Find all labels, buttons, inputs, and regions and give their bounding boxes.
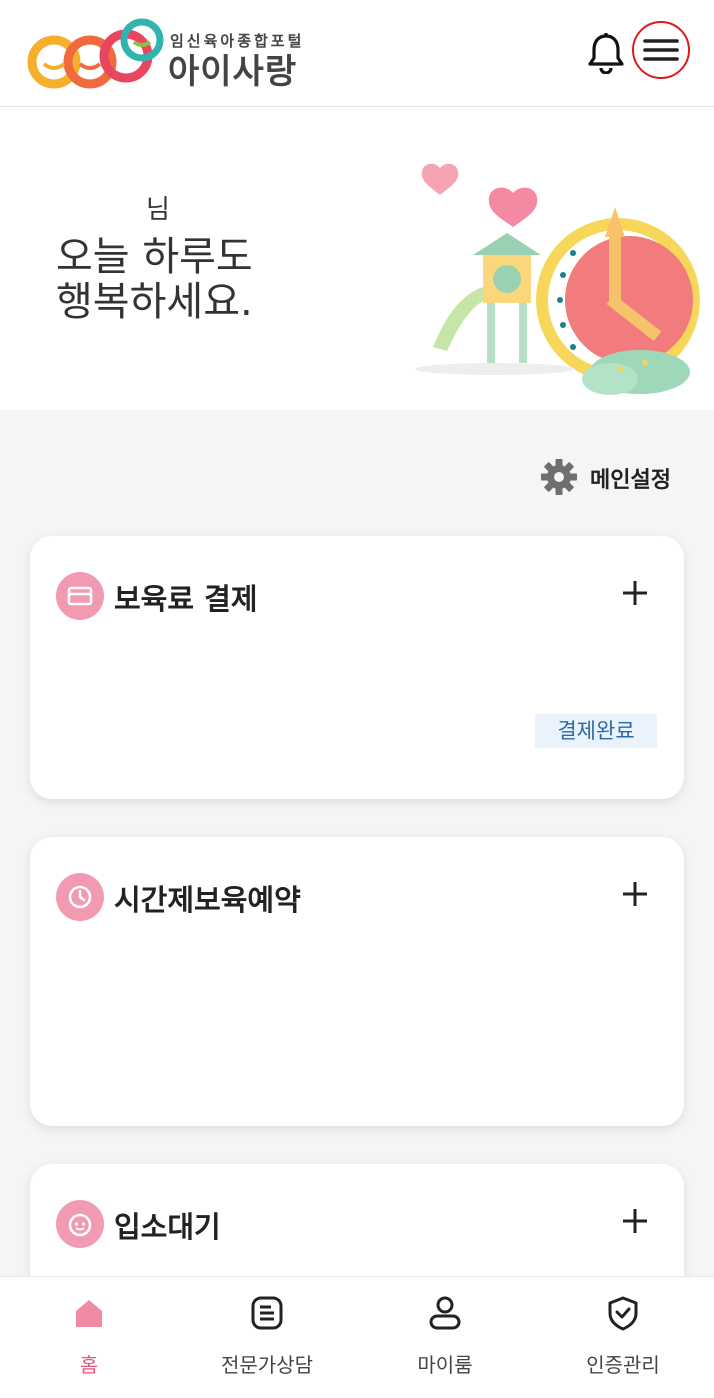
plus-icon[interactable]	[620, 1206, 650, 1236]
nav-item-home[interactable]: 홈	[0, 1277, 178, 1398]
status-badge: 결제완료	[535, 714, 657, 748]
clock-icon	[56, 873, 104, 921]
bottom-navigation: 홈 전문가상담 마이룸 인증관리	[0, 1276, 714, 1398]
plus-icon[interactable]	[620, 879, 650, 909]
greeting-banner: 님 오늘 하루도 행복하세요.	[0, 107, 714, 410]
nav-label: 인증관리	[586, 1353, 660, 1377]
greeting-line-2: 행복하세요.	[56, 279, 253, 325]
childcare-payment-card[interactable]: 보육료 결제 결제완료	[30, 536, 684, 799]
card-title: 시간제보육예약	[114, 883, 301, 917]
shield-icon	[608, 1296, 638, 1331]
face-icon	[56, 1200, 104, 1248]
greeting-name: 님	[146, 195, 170, 225]
playground-clock-illustration	[415, 163, 700, 395]
main-settings-label: 메인설정	[590, 468, 671, 493]
greeting-line-1: 오늘 하루도	[56, 234, 253, 280]
hourly-childcare-reservation-card[interactable]: 시간제보육예약	[30, 837, 684, 1126]
gear-icon	[541, 459, 577, 495]
nav-item-my-room[interactable]: 마이룸	[356, 1277, 534, 1398]
nav-label: 전문가상담	[221, 1353, 313, 1377]
nav-label: 마이룸	[417, 1353, 473, 1377]
app-header: 임신육아종합포털 아이사랑	[0, 0, 714, 107]
main-settings-button[interactable]: 메인설정	[540, 456, 690, 498]
hamburger-menu-icon	[643, 39, 679, 61]
document-icon	[251, 1296, 283, 1330]
card-icon	[56, 572, 104, 620]
nav-item-auth-management[interactable]: 인증관리	[534, 1277, 712, 1398]
logo-title: 아이사랑	[168, 52, 298, 92]
greeting-message: 오늘 하루도 행복하세요.	[56, 235, 316, 325]
card-title: 입소대기	[114, 1210, 221, 1244]
bell-icon[interactable]	[586, 32, 626, 75]
logo-rings	[27, 18, 164, 89]
hamburger-menu-button[interactable]	[632, 21, 690, 79]
nav-item-expert-consult[interactable]: 전문가상담	[178, 1277, 356, 1398]
home-icon	[76, 1300, 102, 1327]
card-title: 보육료 결제	[114, 582, 258, 616]
plus-icon[interactable]	[620, 578, 650, 608]
person-icon	[429, 1296, 461, 1330]
nav-label: 홈	[79, 1353, 99, 1377]
